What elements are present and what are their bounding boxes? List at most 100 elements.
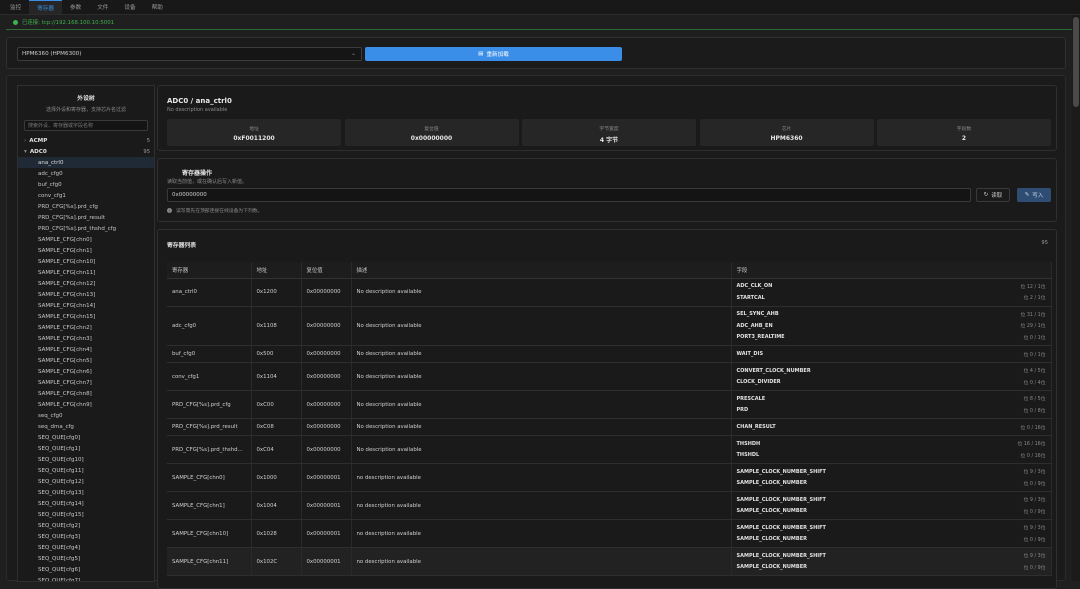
field-line: SAMPLE_CLOCK_NUMBER 位 0 / 9位 bbox=[737, 562, 1051, 574]
tree-register-item[interactable]: adc_cfg0 bbox=[18, 168, 154, 179]
sidebar-search-input[interactable]: 搜索外设、寄存器或字段名称 bbox=[24, 120, 148, 131]
info-icon: i bbox=[167, 208, 172, 213]
write-button[interactable]: ✎ 写入 bbox=[1017, 188, 1051, 202]
register-op-title: 寄存器操作 bbox=[182, 170, 213, 177]
tree-register-item[interactable]: SEQ_QUE[cfg6] bbox=[18, 564, 154, 575]
tree-register-item[interactable]: SEQ_QUE[cfg10] bbox=[18, 454, 154, 465]
tree-register-item[interactable]: SEQ_QUE[cfg4] bbox=[18, 542, 154, 553]
table-row[interactable]: PRD_CFG[%s].prd_cfg 0xC00 0x00000000 No des… bbox=[167, 390, 1052, 419]
field-line: SAMPLE_CLOCK_NUMBER 位 0 / 9位 bbox=[737, 506, 1051, 518]
field-name: ADC_AHB_EN bbox=[736, 322, 773, 329]
reload-button-label: 重新加载 bbox=[486, 52, 509, 58]
tree-register-item[interactable]: SAMPLE_CFG[chn6] bbox=[18, 366, 154, 377]
table-row[interactable]: SAMPLE_CFG[chn0] 0x1000 0x00000001 no descr… bbox=[167, 463, 1052, 492]
page-scrollbar[interactable] bbox=[1072, 15, 1080, 581]
tree-register-item[interactable]: SAMPLE_CFG[chn1] bbox=[18, 245, 154, 256]
register-reset-cell: 0x00000000 bbox=[301, 418, 352, 436]
register-reset-cell: 0x00000000 bbox=[301, 345, 352, 363]
tree-register-item[interactable]: SAMPLE_CFG[chn7] bbox=[18, 377, 154, 388]
tree-register-item[interactable]: SEQ_QUE[cfg12] bbox=[18, 476, 154, 487]
tab-0[interactable]: 监控 bbox=[2, 0, 29, 14]
chip-select-bar: HPM6360 (HPM6300) ⌄ ▤ 重新加载 bbox=[6, 37, 1066, 69]
field-name: CHAN_RESULT bbox=[736, 424, 776, 430]
sidebar-title: 外设树 bbox=[77, 96, 95, 102]
register-description-cell: No description available bbox=[351, 418, 732, 436]
tree-register-item[interactable]: SEQ_QUE[cfg1] bbox=[18, 443, 154, 454]
field-bits: 位 9 / 3位 bbox=[1023, 470, 1046, 476]
status-divider bbox=[6, 29, 1074, 30]
scrollbar-thumb[interactable] bbox=[1073, 17, 1079, 107]
tree-register-item[interactable]: SAMPLE_CFG[chn15] bbox=[18, 311, 154, 322]
field-line: STARTCAL 位 2 / 1位 bbox=[737, 292, 1051, 304]
tab-5[interactable]: 帮助 bbox=[144, 0, 171, 14]
tree-register-item[interactable]: SAMPLE_CFG[chn4] bbox=[18, 344, 154, 355]
tree-register-item[interactable]: SEQ_QUE[cfg13] bbox=[18, 487, 154, 498]
table-row[interactable]: SAMPLE_CFG[chn11] 0x102C 0x00000001 no desc… bbox=[167, 547, 1052, 576]
read-button[interactable]: ↻ 读取 bbox=[976, 188, 1010, 202]
table-row[interactable]: adc_cfg0 0x1108 0x00000000 No description a… bbox=[167, 306, 1052, 346]
field-name: SAMPLE_CLOCK_NUMBER bbox=[736, 564, 807, 571]
register-description-cell: no description available bbox=[351, 463, 732, 492]
table-row[interactable]: SAMPLE_CFG[chn1] 0x1004 0x00000001 no descr… bbox=[167, 491, 1052, 520]
register-name-cell: buf_cfg0 bbox=[167, 345, 252, 363]
tree-register-item[interactable]: ana_ctrl0 bbox=[18, 157, 154, 168]
reload-button[interactable]: ▤ 重新加载 bbox=[365, 47, 622, 61]
tree-register-item[interactable]: SEQ_QUE[cfg3] bbox=[18, 531, 154, 542]
table-row[interactable]: ana_ctrl0 0x1200 0x00000000 No description … bbox=[167, 278, 1052, 307]
field-bits: 位 0 / 16位 bbox=[1020, 425, 1046, 431]
table-row[interactable]: PRD_CFG[%s].prd_result 0xC08 0x00000000 No … bbox=[167, 418, 1052, 436]
tree-register-item[interactable]: SAMPLE_CFG[chn11] bbox=[18, 267, 154, 278]
tree-register-item[interactable]: SAMPLE_CFG[chn8] bbox=[18, 388, 154, 399]
tree-register-item[interactable]: PRD_CFG[%s].prd_thshd_cfg bbox=[18, 223, 154, 234]
table-row[interactable]: buf_cfg0 0x500 0x00000000 No description av… bbox=[167, 345, 1052, 363]
tree-register-item[interactable]: SAMPLE_CFG[chn14] bbox=[18, 300, 154, 311]
field-line: SAMPLE_CLOCK_NUMBER 位 0 / 9位 bbox=[737, 534, 1051, 546]
register-reset-cell: 0x00000001 bbox=[301, 519, 352, 548]
tree-register-item[interactable]: SAMPLE_CFG[chn0] bbox=[18, 234, 154, 245]
tree-register-item[interactable]: buf_cfg0 bbox=[18, 179, 154, 190]
tab-4[interactable]: 设备 bbox=[116, 0, 143, 14]
table-row[interactable]: PRD_CFG[%s].prd_thshd... 0xC04 0x00000000 N… bbox=[167, 435, 1052, 464]
tree-register-item[interactable]: SEQ_QUE[cfg15] bbox=[18, 509, 154, 520]
tree-register-item[interactable]: SEQ_QUE[cfg11] bbox=[18, 465, 154, 476]
register-table-body: ana_ctrl0 0x1200 0x00000000 No description … bbox=[167, 278, 1052, 576]
tree-register-item[interactable]: SAMPLE_CFG[chn3] bbox=[18, 333, 154, 344]
chip-select[interactable]: HPM6360 (HPM6300) ⌄ bbox=[17, 47, 362, 61]
tree-group-name: ADC0 bbox=[29, 148, 47, 155]
tab-3[interactable]: 文件 bbox=[89, 0, 116, 14]
table-row[interactable]: SAMPLE_CFG[chn10] 0x1028 0x00000001 no desc… bbox=[167, 519, 1052, 548]
register-reset-cell: 0x00000001 bbox=[301, 491, 352, 520]
table-row[interactable]: conv_cfg1 0x1104 0x00000000 No description … bbox=[167, 362, 1052, 391]
stat-label: 地址 bbox=[249, 127, 259, 132]
tree-register-item[interactable]: PRD_CFG[%s].prd_result bbox=[18, 212, 154, 223]
column-header: 地址 bbox=[251, 262, 302, 279]
tree-register-item[interactable]: SEQ_QUE[cfg0] bbox=[18, 432, 154, 443]
tree-group-adc0[interactable]: ▾ ADC0 95 bbox=[18, 146, 154, 157]
tree-register-item[interactable]: PRD_CFG[%s].prd_cfg bbox=[18, 201, 154, 212]
tree-register-item[interactable]: SAMPLE_CFG[chn10] bbox=[18, 256, 154, 267]
chevron-down-icon: ▾ bbox=[24, 148, 27, 155]
tab-1[interactable]: 寄存器 bbox=[29, 0, 62, 14]
tree-register-item[interactable]: SAMPLE_CFG[chn12] bbox=[18, 278, 154, 289]
tree-register-item[interactable]: seq_dma_cfg bbox=[18, 421, 154, 432]
tree-register-item[interactable]: SAMPLE_CFG[chn13] bbox=[18, 289, 154, 300]
tree-register-item[interactable]: seq_cfg0 bbox=[18, 410, 154, 421]
tree-register-item[interactable]: SAMPLE_CFG[chn9] bbox=[18, 399, 154, 410]
field-name: PORT3_REALTIME bbox=[736, 334, 785, 341]
tree-register-item[interactable]: SEQ_QUE[cfg2] bbox=[18, 520, 154, 531]
register-description-cell: No description available bbox=[351, 306, 732, 346]
tree-register-item[interactable]: SEQ_QUE[cfg5] bbox=[18, 553, 154, 564]
register-reset-cell: 0x00000000 bbox=[301, 278, 352, 307]
register-value-input[interactable]: 0x00000000 bbox=[167, 188, 971, 202]
tree-group-acmp[interactable]: › ACMP 5 bbox=[18, 135, 154, 146]
stat-card: 芯片 HPM6360 bbox=[699, 119, 874, 146]
tree-register-item[interactable]: SEQ_QUE[cfg14] bbox=[18, 498, 154, 509]
tree-register-item[interactable]: conv_cfg1 bbox=[18, 190, 154, 201]
tree-register-item[interactable]: SAMPLE_CFG[chn5] bbox=[18, 355, 154, 366]
register-fields-cell: WAIT_DIS 位 0 / 1位 bbox=[731, 345, 1052, 363]
stat-value: HPM6360 bbox=[770, 135, 803, 142]
tab-2[interactable]: 参数 bbox=[62, 0, 89, 14]
tree-register-item[interactable]: SAMPLE_CFG[chn2] bbox=[18, 322, 154, 333]
field-name: SAMPLE_CLOCK_NUMBER bbox=[736, 536, 807, 543]
field-line: ADC_CLK_ON 位 12 / 1位 bbox=[737, 281, 1051, 293]
